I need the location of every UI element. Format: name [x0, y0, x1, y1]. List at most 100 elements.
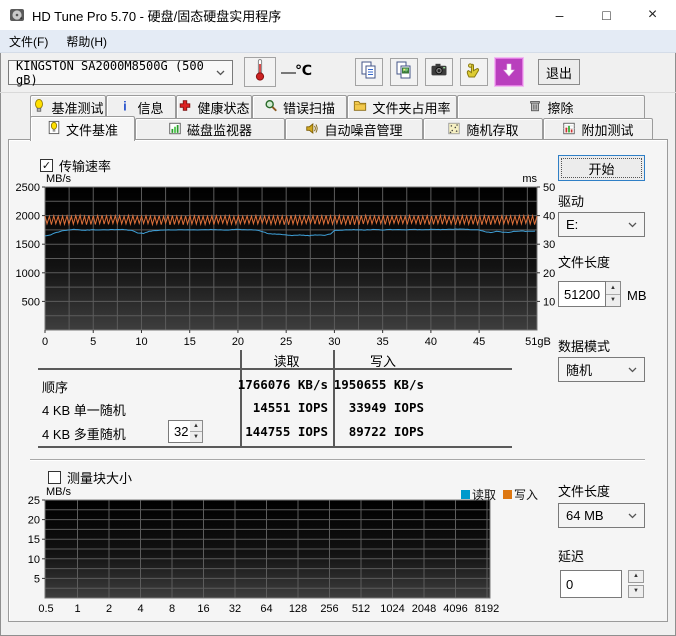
thermometer-icon — [254, 58, 266, 87]
tab-health[interactable]: 健康状态 — [176, 95, 252, 118]
read-legend-swatch — [460, 490, 470, 499]
svg-text:40: 40 — [425, 336, 437, 348]
svg-text:8192: 8192 — [475, 603, 499, 615]
tab-info[interactable]: i 信息 — [106, 95, 176, 118]
file-length-value: 51200 — [564, 286, 601, 302]
file-benchmark-icon — [47, 120, 61, 138]
svg-text:256: 256 — [320, 603, 338, 615]
file-length-label: 文件长度 — [558, 255, 611, 270]
svg-text:25: 25 — [28, 495, 40, 507]
device-select[interactable]: KINGSTON SA2000M8500G (500 gB) — [8, 58, 233, 87]
drive-select[interactable]: E: — [558, 212, 645, 237]
svg-text:4: 4 — [137, 603, 143, 615]
donate-button[interactable] — [460, 58, 488, 86]
legend-write: 写入 — [502, 486, 538, 503]
file-length2-select[interactable]: 64 MB — [558, 503, 645, 528]
svg-text:1: 1 — [74, 603, 80, 615]
screenshot-button[interactable] — [425, 58, 453, 86]
queue-depth-input[interactable]: 32 — [168, 420, 190, 443]
file-length2-value: 64 MB — [566, 508, 604, 523]
file-length-input[interactable]: 51200 — [558, 281, 606, 307]
svg-text:2048: 2048 — [412, 603, 436, 615]
lamp-icon — [32, 98, 46, 116]
maximize-button[interactable]: □ — [584, 0, 629, 30]
data-mode-select[interactable]: 随机 — [558, 357, 645, 382]
tab-extra-tests[interactable]: 附加测试 — [543, 118, 653, 140]
checkbox-check-icon: ✓ — [40, 159, 53, 172]
delay-input[interactable]: 0 — [560, 570, 622, 598]
queue-depth-value: 32 — [174, 424, 189, 439]
delay-stepper[interactable]: ▲ ▼ — [628, 570, 644, 598]
tab-label: 文件基准 — [65, 122, 118, 138]
menu-file[interactable]: 文件(F) — [0, 30, 57, 52]
transfer-rate-checkbox[interactable]: ✓ 传输速率 — [40, 156, 111, 175]
tab-benchmark[interactable]: 基准测试 — [30, 95, 106, 118]
svg-text:15: 15 — [184, 336, 196, 348]
transfer-rate-checkbox-label: 传输速率 — [59, 159, 112, 174]
read-legend-label: 读取 — [471, 488, 496, 502]
close-button[interactable]: × — [630, 0, 675, 30]
chart-grid-icon — [562, 121, 576, 139]
tab-label: 健康状态 — [197, 100, 250, 116]
spin-up-icon[interactable]: ▲ — [628, 570, 644, 583]
tab-label: 基准测试 — [51, 100, 104, 116]
file-length-stepper[interactable]: ▲ ▼ — [606, 281, 621, 307]
minimize-button[interactable]: – — [537, 0, 582, 30]
tab-label: 文件夹占用率 — [372, 100, 451, 116]
tab-error-scan[interactable]: 错误扫描 — [252, 95, 347, 118]
copy-image-button[interactable] — [390, 58, 418, 86]
spin-down-icon[interactable]: ▼ — [628, 585, 644, 598]
svg-text:40: 40 — [543, 211, 555, 223]
sequential-write-value: 1950655 KB/s — [333, 377, 424, 392]
chevron-down-icon — [216, 70, 225, 76]
dotted-square-icon — [447, 121, 461, 139]
block-size-checkbox[interactable]: 测量块大小 — [48, 468, 132, 487]
tab-label: 磁盘监视器 — [186, 123, 252, 138]
svg-text:1000: 1000 — [16, 268, 40, 280]
copy-text-button[interactable] — [355, 58, 383, 86]
table-header-rule — [38, 368, 512, 370]
download-arrow-icon — [502, 63, 516, 82]
svg-text:128: 128 — [289, 603, 307, 615]
svg-text:512: 512 — [352, 603, 370, 615]
tab-label: 随机存取 — [466, 123, 519, 138]
chart-legend: 读取 写入 — [430, 486, 538, 503]
start-button[interactable]: 开始 — [558, 155, 645, 181]
tab-noise-management[interactable]: 自动噪音管理 — [285, 118, 423, 140]
exit-button[interactable]: 退出 — [538, 59, 580, 85]
tab-random-access[interactable]: 随机存取 — [423, 118, 543, 140]
svg-text:0: 0 — [42, 336, 48, 348]
svg-text:30: 30 — [328, 336, 340, 348]
svg-text:i: i — [124, 98, 128, 113]
delay-label: 延迟 — [558, 549, 585, 564]
row-4k-multi-label: 4 KB 多重随机 — [42, 427, 126, 442]
checkbox-empty — [48, 471, 61, 484]
svg-text:50: 50 — [543, 182, 555, 194]
svg-text:64: 64 — [260, 603, 272, 615]
temperature-value: — — [281, 64, 296, 81]
device-select-value: KINGSTON SA2000M8500G (500 gB) — [16, 58, 204, 87]
temperature-unit: ℃ — [295, 62, 312, 78]
menu-help[interactable]: 帮助(H) — [57, 30, 116, 52]
spin-down-icon[interactable]: ▼ — [606, 294, 620, 306]
spin-up-icon[interactable]: ▲ — [606, 282, 620, 295]
svg-text:1500: 1500 — [16, 239, 40, 251]
tab-erase[interactable]: 擦除 — [457, 95, 645, 118]
write-legend-label: 写入 — [513, 488, 538, 502]
trash-icon — [528, 98, 542, 116]
tab-disk-monitor[interactable]: 磁盘监视器 — [135, 118, 285, 140]
svg-text:1024: 1024 — [380, 603, 404, 615]
svg-text:0.5: 0.5 — [38, 603, 53, 615]
svg-text:8: 8 — [169, 603, 175, 615]
svg-text:10: 10 — [28, 554, 40, 566]
tab-folder-usage[interactable]: 文件夹占用率 — [347, 95, 457, 118]
update-button[interactable] — [495, 58, 523, 86]
block-size-checkbox-label: 测量块大小 — [67, 471, 133, 486]
data-mode-value: 随机 — [566, 363, 593, 378]
temperature-button[interactable] — [244, 57, 276, 87]
legend-read: 读取 — [460, 486, 496, 503]
camera-icon — [429, 60, 449, 85]
svg-text:ms: ms — [522, 173, 537, 185]
tab-file-benchmark[interactable]: 文件基准 — [30, 116, 135, 141]
svg-text:2500: 2500 — [16, 182, 40, 194]
